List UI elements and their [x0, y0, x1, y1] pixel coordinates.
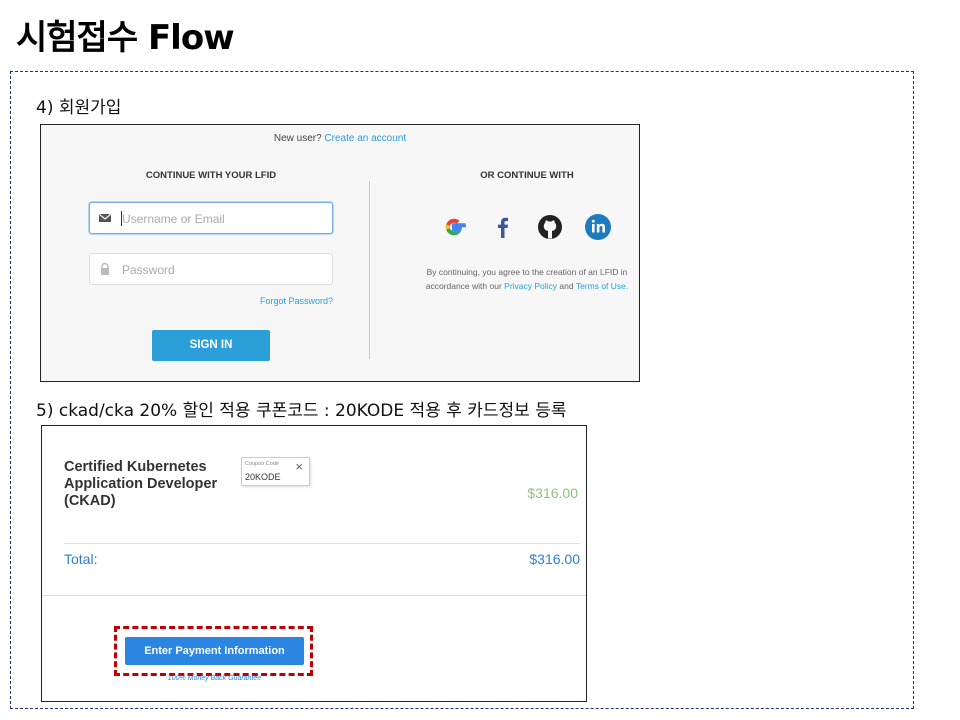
envelope-icon [98, 213, 112, 222]
product-name: Certified Kubernetes Application Develop… [64, 459, 218, 509]
sign-in-button[interactable]: SIGN IN [152, 330, 270, 361]
terms-suffix: . [625, 281, 629, 291]
login-screenshot: New user? Create an account CONTINUE WIT… [40, 124, 640, 382]
terms-of-use-link[interactable]: Terms of Use [576, 281, 626, 291]
step-5-label: 5) ckad/cka 20% 할인 적용 쿠폰코드 : 20KODE 적용 후… [36, 401, 567, 421]
linkedin-icon[interactable] [584, 213, 612, 241]
item-price: $316.00 [527, 485, 578, 501]
coupon-code-label: Coupon Code [245, 461, 279, 467]
coupon-code-value: 20KODE [245, 472, 281, 482]
step-4-label: 4) 회원가입 [36, 98, 122, 118]
divider [42, 595, 586, 596]
terms-and: and [557, 281, 576, 291]
facebook-icon[interactable] [489, 213, 517, 241]
username-input[interactable]: Username or Email [89, 202, 333, 234]
privacy-policy-link[interactable]: Privacy Policy [504, 281, 557, 291]
lock-icon [101, 262, 109, 275]
password-input[interactable]: Password [89, 253, 333, 285]
total-label: Total: [64, 551, 98, 567]
username-placeholder: Username or Email [122, 212, 225, 226]
coupon-code-field[interactable]: Coupon Code 20KODE × [241, 457, 310, 486]
forgot-password-link[interactable]: Forgot Password? [89, 296, 333, 306]
create-account-link[interactable]: Create an account [324, 133, 406, 144]
new-user-text: New user? [273, 133, 325, 144]
divider [64, 543, 580, 544]
password-placeholder: Password [122, 263, 175, 277]
github-icon[interactable] [536, 213, 564, 241]
new-user-line: New user? Create an account [41, 133, 639, 144]
slide-title: 시험접수 Flow [16, 18, 235, 58]
google-icon[interactable] [440, 213, 468, 241]
social-section-title: OR CONTINUE WITH [480, 170, 574, 181]
terms-text: By continuing, you agree to the creation… [417, 265, 637, 293]
checkout-screenshot: Certified Kubernetes Application Develop… [41, 425, 587, 702]
column-divider [369, 181, 370, 359]
close-icon[interactable]: × [295, 459, 303, 474]
total-value: $316.00 [529, 551, 580, 567]
money-back-guarantee: 100% Money Back Guarantee [167, 675, 262, 682]
lfid-section-title: CONTINUE WITH YOUR LFID [145, 170, 277, 181]
enter-payment-button[interactable]: Enter Payment Information [125, 637, 304, 665]
